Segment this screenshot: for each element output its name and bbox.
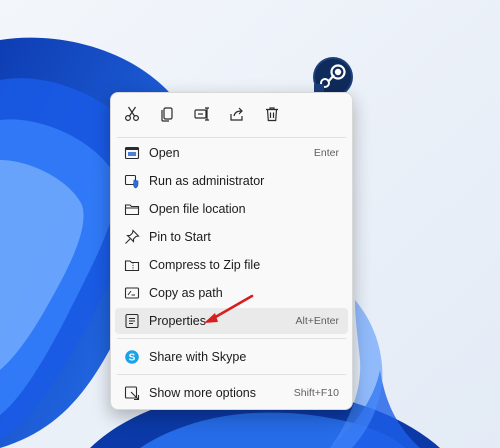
trash-icon — [266, 107, 278, 122]
context-menu: Open Enter Run as administrator Open fil… — [110, 92, 353, 410]
share-button[interactable] — [226, 103, 248, 125]
menu-item-label: Run as administrator — [149, 174, 265, 188]
menu-item-shortcut: Enter — [313, 147, 339, 159]
svg-text:S: S — [129, 353, 136, 364]
menu-item-label: Compress to Zip file — [149, 258, 261, 272]
menu-item-label: Pin to Start — [149, 230, 211, 244]
menu-separator — [117, 374, 346, 375]
admin-shield-icon — [124, 174, 139, 189]
open-window-icon — [124, 146, 140, 160]
menu-item-open[interactable]: Open Enter — [115, 140, 348, 166]
copy-button[interactable] — [156, 103, 178, 125]
annotation-arrow-icon — [204, 294, 254, 323]
menu-item-share-with-skype[interactable]: S Share with Skype — [115, 344, 348, 370]
menu-item-run-as-administrator[interactable]: Run as administrator — [115, 168, 348, 194]
menu-item-open-file-location[interactable]: Open file location — [115, 196, 348, 222]
copy-path-icon — [124, 287, 140, 299]
menu-item-label: Properties — [149, 314, 206, 328]
menu-separator — [117, 338, 346, 339]
share-icon — [230, 107, 243, 121]
scissors-icon — [124, 106, 140, 122]
properties-icon — [125, 313, 139, 329]
menu-item-label: Open — [149, 146, 180, 160]
skype-icon: S — [125, 350, 139, 364]
zip-folder-icon — [124, 260, 140, 272]
folder-icon — [124, 204, 140, 216]
cut-button[interactable] — [121, 103, 143, 125]
copy-icon — [161, 107, 173, 122]
delete-button[interactable] — [261, 103, 283, 125]
pin-icon — [125, 229, 140, 244]
menu-item-label: Open file location — [149, 202, 246, 216]
more-options-icon — [124, 386, 140, 401]
menu-item-pin-to-start[interactable]: Pin to Start — [115, 224, 348, 250]
context-menu-toolbar — [111, 93, 352, 135]
rename-button[interactable] — [191, 103, 213, 125]
menu-item-show-more-options[interactable]: Show more options Shift+F10 — [115, 380, 348, 406]
rename-icon — [194, 107, 209, 121]
menu-item-label: Share with Skype — [149, 350, 247, 364]
menu-item-shortcut: Alt+Enter — [295, 315, 339, 327]
menu-separator — [117, 137, 346, 138]
menu-item-compress-to-zip[interactable]: Compress to Zip file — [115, 252, 348, 278]
menu-item-label: Show more options — [149, 386, 257, 400]
menu-item-shortcut: Shift+F10 — [293, 387, 339, 399]
